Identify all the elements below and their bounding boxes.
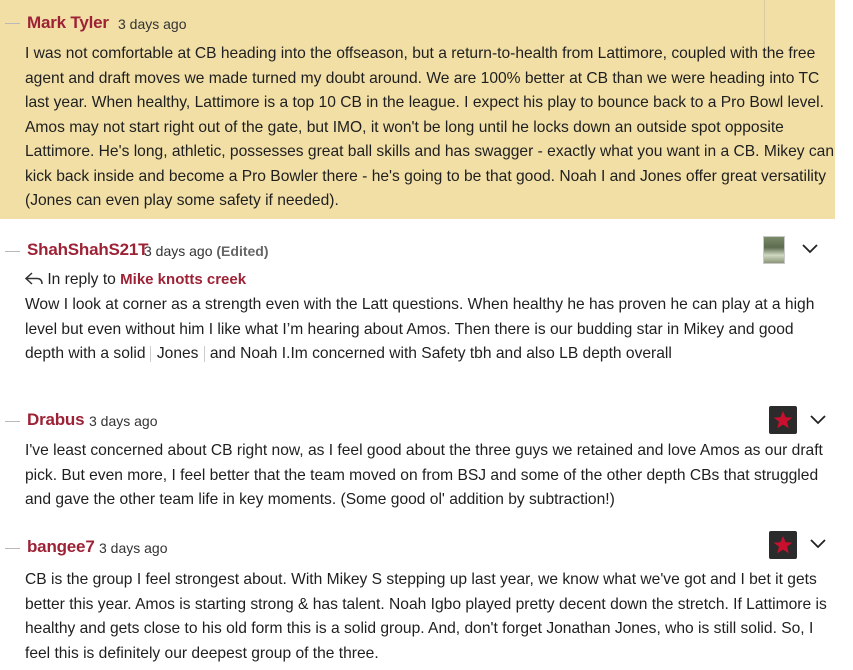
comment-timestamp: 3 days ago (Edited) [144, 243, 269, 259]
reply-to-user[interactable]: Mike knotts creek [120, 271, 246, 288]
comment-timestamp[interactable]: 3 days ago [99, 540, 168, 556]
user-avatar-image[interactable] [763, 236, 785, 264]
reply-arrow-icon [24, 272, 43, 285]
chevron-down-icon[interactable] [808, 412, 828, 428]
reply-prefix: In reply to [47, 271, 116, 288]
comment-timestamp[interactable]: 3 days ago [118, 16, 187, 32]
edited-label: (Edited) [216, 243, 269, 259]
thread-line [5, 251, 20, 252]
star-badge-icon [773, 536, 793, 554]
chevron-down-icon[interactable] [800, 241, 820, 257]
comment-body: Wow I look at corner as a strength even … [25, 293, 835, 367]
thread-line [5, 421, 20, 422]
thread-line [5, 23, 20, 24]
comment-mark-tyler: Mark Tyler 3 days ago I was not comforta… [0, 0, 835, 219]
comment-author[interactable]: bangee7 [27, 537, 95, 557]
comment-drabus: Drabus 3 days ago I've least concerned a… [0, 394, 835, 524]
comment-author[interactable]: Drabus [27, 410, 85, 430]
timestamp-text[interactable]: 3 days ago [144, 243, 213, 259]
user-avatar[interactable] [769, 406, 797, 434]
comment-author[interactable]: Mark Tyler [27, 13, 109, 33]
user-avatar[interactable] [769, 531, 797, 559]
star-badge-icon [773, 411, 793, 429]
comment-body: I've least concerned about CB right now,… [25, 442, 823, 508]
comment-author[interactable]: ShahShahS21T [27, 240, 149, 260]
mention-jones[interactable]: Jones [149, 346, 206, 362]
comment-body: I was not comfortable at CB heading into… [25, 45, 835, 209]
body-text: and Noah I.Im concerned with Safety tbh … [209, 345, 672, 362]
reply-reference: In reply to Mike knotts creek [24, 271, 246, 289]
comment-bangee7: bangee7 3 days ago CB is the group I fee… [0, 524, 835, 670]
thread-line [5, 548, 20, 549]
comment-body: CB is the group I feel strongest about. … [25, 571, 827, 662]
comment-timestamp[interactable]: 3 days ago [89, 413, 158, 429]
chevron-down-icon[interactable] [808, 536, 828, 552]
comment-shahshahs21t: ShahShahS21T 3 days ago (Edited) In repl… [0, 219, 835, 394]
